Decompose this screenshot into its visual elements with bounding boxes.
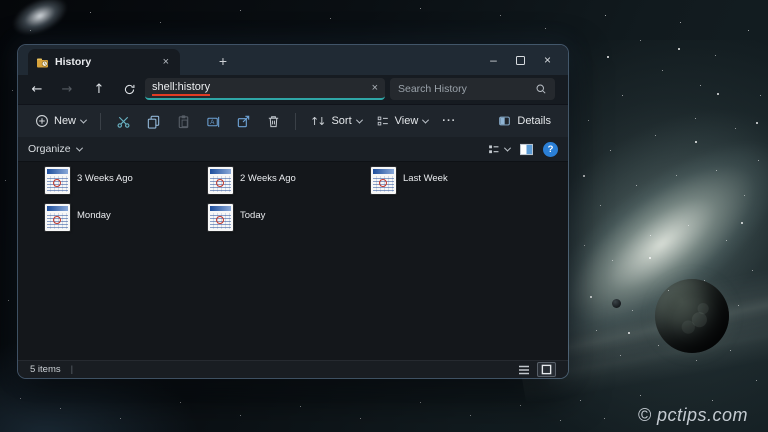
minimize-button[interactable]: – [480,45,507,75]
new-tab-button[interactable]: + [211,50,235,72]
chevron-down-icon [503,144,512,152]
organize-button-label[interactable]: Organize [28,143,71,155]
search-icon [536,84,546,94]
tab-close-button[interactable]: × [160,56,172,68]
svg-text:A: A [210,119,215,126]
help-icon[interactable]: ? [543,141,558,157]
address-value: shell:history [152,81,211,96]
delete-button[interactable] [258,108,288,134]
planet [655,279,729,353]
view-toggles [514,362,556,377]
item-label: 2 Weeks Ago [240,173,296,184]
refresh-icon [124,84,135,95]
tab-history[interactable]: History × [28,49,180,75]
command-toolbar: New A ↑↓ Sort View ··· Details [18,104,568,137]
details-view-icon [518,365,529,374]
rename-button[interactable]: A [198,108,228,134]
copy-icon [147,115,159,129]
bright-stars [0,0,2,2]
calendar-icon [208,167,233,194]
chevron-down-icon [355,116,363,124]
maximize-button[interactable] [507,45,534,75]
organize-bar-icons: ? [487,141,558,157]
search-box[interactable]: Search History [390,78,555,100]
address-bar[interactable]: shell:history × [145,78,385,100]
copy-button[interactable] [138,108,168,134]
navigation-bar: ← → ↑ shell:history × Search History [18,75,568,104]
view-button[interactable]: View [369,108,436,134]
change-view-button[interactable] [487,143,512,156]
back-button[interactable]: ← [24,82,50,97]
list-item[interactable]: Today [208,204,371,241]
cut-icon [117,116,130,128]
sort-button-label: Sort [331,115,352,127]
new-button-label: New [54,115,77,127]
paste-button[interactable] [168,108,198,134]
list-item[interactable]: 3 Weeks Ago [45,167,208,204]
preview-pane-button[interactable] [519,143,534,156]
calendar-icon [45,204,70,231]
watermark: © pctips.com [637,405,748,425]
up-button[interactable]: ↑ [86,82,112,97]
details-button-label: Details [517,115,551,127]
list-item[interactable]: 2 Weeks Ago [208,167,371,204]
forward-button[interactable]: → [54,82,80,97]
history-folder-icon [37,58,48,67]
trash-icon [268,115,278,127]
change-view-icon [489,144,499,153]
list-item[interactable]: Last Week [371,167,534,204]
cut-button[interactable] [108,108,138,134]
new-button[interactable]: New [28,108,93,134]
refresh-button[interactable] [114,77,144,103]
tab-strip: History × + – × [18,45,568,75]
file-list: 3 Weeks Ago 2 Weeks Ago Last Week Monday… [18,162,568,360]
address-clear-button[interactable]: × [372,82,378,94]
details-pane-icon [499,116,511,126]
see-more-button[interactable]: ··· [435,108,463,134]
items-count: 5 items [30,364,61,375]
toolbar-divider [295,112,297,130]
plus-circle-icon [36,115,48,127]
maximize-icon [516,55,525,65]
moon [612,299,621,308]
calendar-icon [371,167,396,194]
share-icon [237,115,249,127]
item-label: Last Week [403,173,448,184]
details-button[interactable]: Details [490,108,558,134]
chevron-down-icon [75,144,83,152]
status-divider: | [70,364,74,375]
window-caption-controls: – × [480,45,561,75]
share-button[interactable] [228,108,258,134]
tab-title: History [55,56,92,68]
details-view-toggle[interactable] [514,362,533,377]
item-label: Today [240,210,266,221]
rename-icon: A [206,116,219,127]
paste-icon [178,114,188,128]
sort-icon: ↑↓ [310,114,327,128]
view-button-label: View [394,115,419,127]
chevron-down-icon [422,116,430,124]
sort-button[interactable]: ↑↓ Sort [303,108,369,134]
close-button[interactable]: × [534,45,561,75]
more-icon: ··· [442,115,457,127]
calendar-icon [45,167,70,194]
item-label: 3 Weeks Ago [77,173,133,184]
search-placeholder: Search History [398,83,467,95]
item-label: Monday [77,210,111,221]
calendar-icon [208,204,233,231]
thumbnail-view-toggle[interactable] [537,362,556,377]
toolbar-divider [100,112,102,130]
preview-pane-icon [520,143,533,155]
list-item[interactable]: Monday [45,204,208,241]
status-bar: 5 items | [18,360,568,378]
explorer-window: History × + – × ← → ↑ shell:history × Se… [18,45,568,378]
view-icon [377,116,388,126]
thumbnail-view-icon [541,364,552,375]
organize-bar: Organize ? [18,137,568,162]
chevron-down-icon [79,116,88,124]
